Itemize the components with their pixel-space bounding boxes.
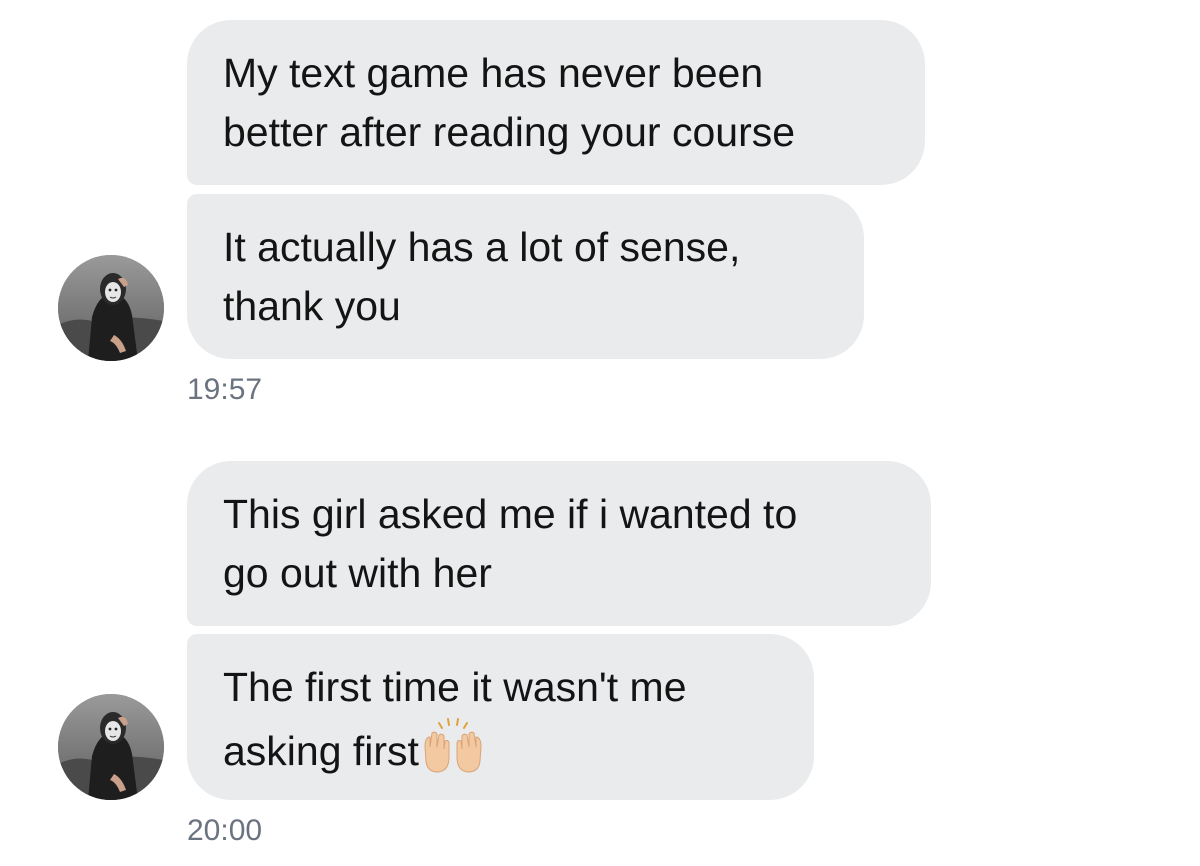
masked-person-avatar-icon xyxy=(58,255,164,361)
message-text: asking first xyxy=(223,728,419,774)
avatar[interactable] xyxy=(58,255,164,361)
message-text-line: The first time it wasn't me xyxy=(223,664,687,710)
masked-person-avatar-icon xyxy=(58,694,164,800)
message-text-line: better after reading your course xyxy=(223,109,796,155)
message-bubble[interactable]: It actually has a lot of sense, thank yo… xyxy=(187,194,864,359)
message-timestamp: 19:57 xyxy=(187,373,263,406)
message-bubble[interactable]: My text game has never been better after… xyxy=(187,20,925,185)
message-text-line: This girl asked me if i wanted to xyxy=(223,491,798,537)
message-text-line-with-emoji: asking first xyxy=(223,717,778,791)
message-bubble[interactable]: This girl asked me if i wanted to go out… xyxy=(187,461,931,626)
message-text-line: My text game has never been xyxy=(223,50,764,96)
avatar[interactable] xyxy=(58,694,164,800)
message-bubble[interactable]: The first time it wasn't me asking first xyxy=(187,634,814,800)
raising-hands-emoji-icon xyxy=(421,717,485,791)
message-text-line: thank you xyxy=(223,283,401,329)
message-text-line: It actually has a lot of sense, xyxy=(223,224,741,270)
message-text-line: go out with her xyxy=(223,550,492,596)
message-timestamp: 20:00 xyxy=(187,814,263,847)
